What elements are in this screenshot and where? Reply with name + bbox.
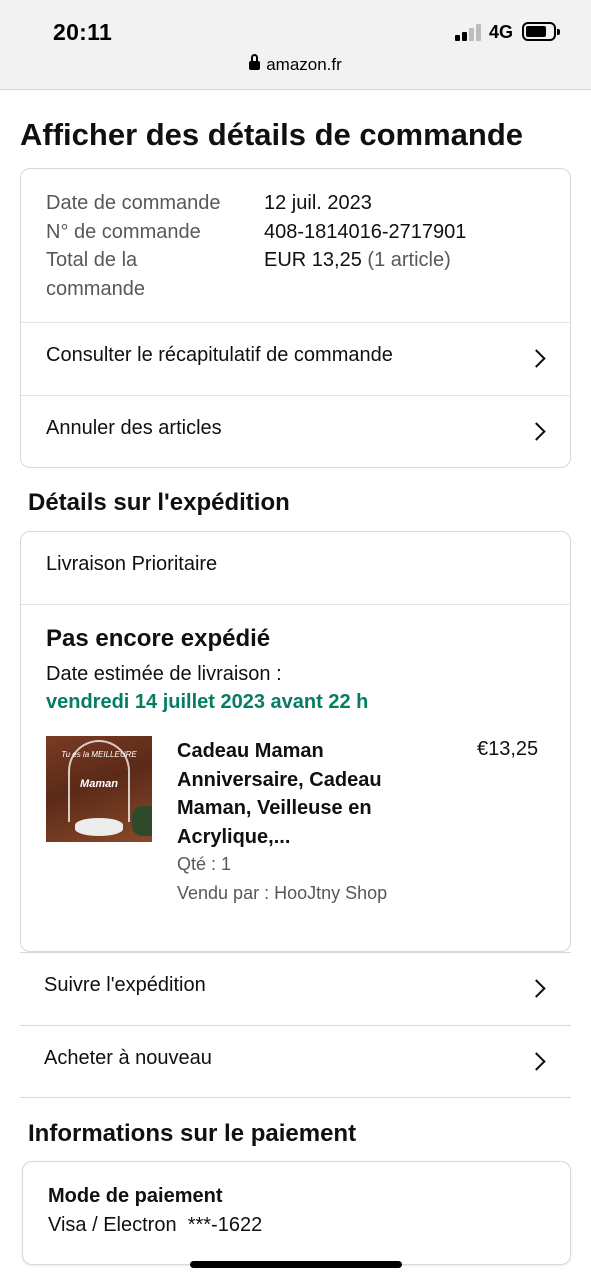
product-price: €13,25: [477, 738, 539, 760]
view-order-summary-label: Consulter le récapitulatif de commande: [46, 344, 393, 366]
cancel-items-link[interactable]: Annuler des articles: [21, 395, 570, 467]
browser-top-bar: 20:11 4G amazon.fr: [0, 0, 591, 90]
order-date-label: Date de commande: [46, 192, 221, 214]
chevron-right-icon: [527, 349, 546, 368]
home-indicator[interactable]: [190, 1261, 402, 1268]
order-number-label: N° de commande: [46, 220, 201, 243]
view-order-summary-link[interactable]: Consulter le récapitulatif de commande: [21, 322, 570, 395]
payment-method-value: Visa / Electron ***-1622: [48, 1214, 263, 1236]
buy-again-link[interactable]: Acheter à nouveau: [20, 1025, 571, 1098]
shipment-section-title: Détails sur l'expédition: [28, 489, 290, 516]
product-image-text-top: Tu es la MEILLEURE: [61, 750, 137, 759]
delivery-estimate-date: vendredi 14 juillet 2023 avant 22 h: [46, 691, 369, 713]
order-total-label-cont: commande: [46, 277, 145, 300]
track-shipment-label: Suivre l'expédition: [44, 974, 206, 996]
order-total-label: Total de la: [46, 249, 138, 271]
chevron-right-icon: [527, 1052, 546, 1071]
payment-section-title: Informations sur le paiement: [28, 1120, 357, 1147]
delivery-estimate-label: Date estimée de livraison :: [46, 663, 282, 685]
product-image[interactable]: Tu es la MEILLEURE Maman: [46, 736, 152, 842]
product-seller: Vendu par : HooJtny Shop: [177, 883, 388, 903]
payment-method-label: Mode de paiement: [48, 1185, 223, 1207]
url-text: amazon.fr: [266, 55, 342, 74]
divider: [21, 604, 570, 605]
shipping-method: Livraison Prioritaire: [46, 553, 218, 575]
address-bar[interactable]: amazon.fr: [0, 54, 591, 75]
chevron-right-icon: [527, 979, 546, 998]
page-title: Afficher des détails de commande: [20, 117, 524, 152]
chevron-right-icon: [527, 422, 546, 441]
order-total-amount: EUR 13,25: [264, 249, 362, 271]
network-type: 4G: [489, 22, 514, 42]
buy-again-label: Acheter à nouveau: [44, 1047, 212, 1069]
track-shipment-link[interactable]: Suivre l'expédition: [20, 952, 571, 1025]
order-item-count: (1 article): [367, 249, 451, 271]
battery-icon: [522, 22, 560, 41]
cancel-items-label: Annuler des articles: [46, 417, 222, 439]
order-summary-card: Date de commande 12 juil. 2023 N° de com…: [20, 168, 571, 468]
cellular-signal-icon: [455, 23, 483, 41]
order-date-value: 12 juil. 2023: [264, 192, 372, 214]
shipment-status: Pas encore expédié: [46, 625, 271, 652]
product-image-text-main: Maman: [80, 778, 118, 790]
order-number-value: 408-1814016-2717901: [264, 220, 467, 243]
product-quantity: Qté : 1: [177, 854, 232, 874]
status-time: 20:11: [53, 19, 113, 45]
order-total-value: EUR 13,25 (1 article): [264, 246, 564, 275]
lock-icon: [249, 54, 261, 70]
shipment-card: Livraison Prioritaire Pas encore expédié…: [20, 531, 571, 952]
payment-card: Mode de paiement Visa / Electron ***-162…: [22, 1161, 571, 1265]
product-title-link[interactable]: Cadeau Maman Anniversaire, Cadeau Maman,…: [177, 737, 427, 851]
